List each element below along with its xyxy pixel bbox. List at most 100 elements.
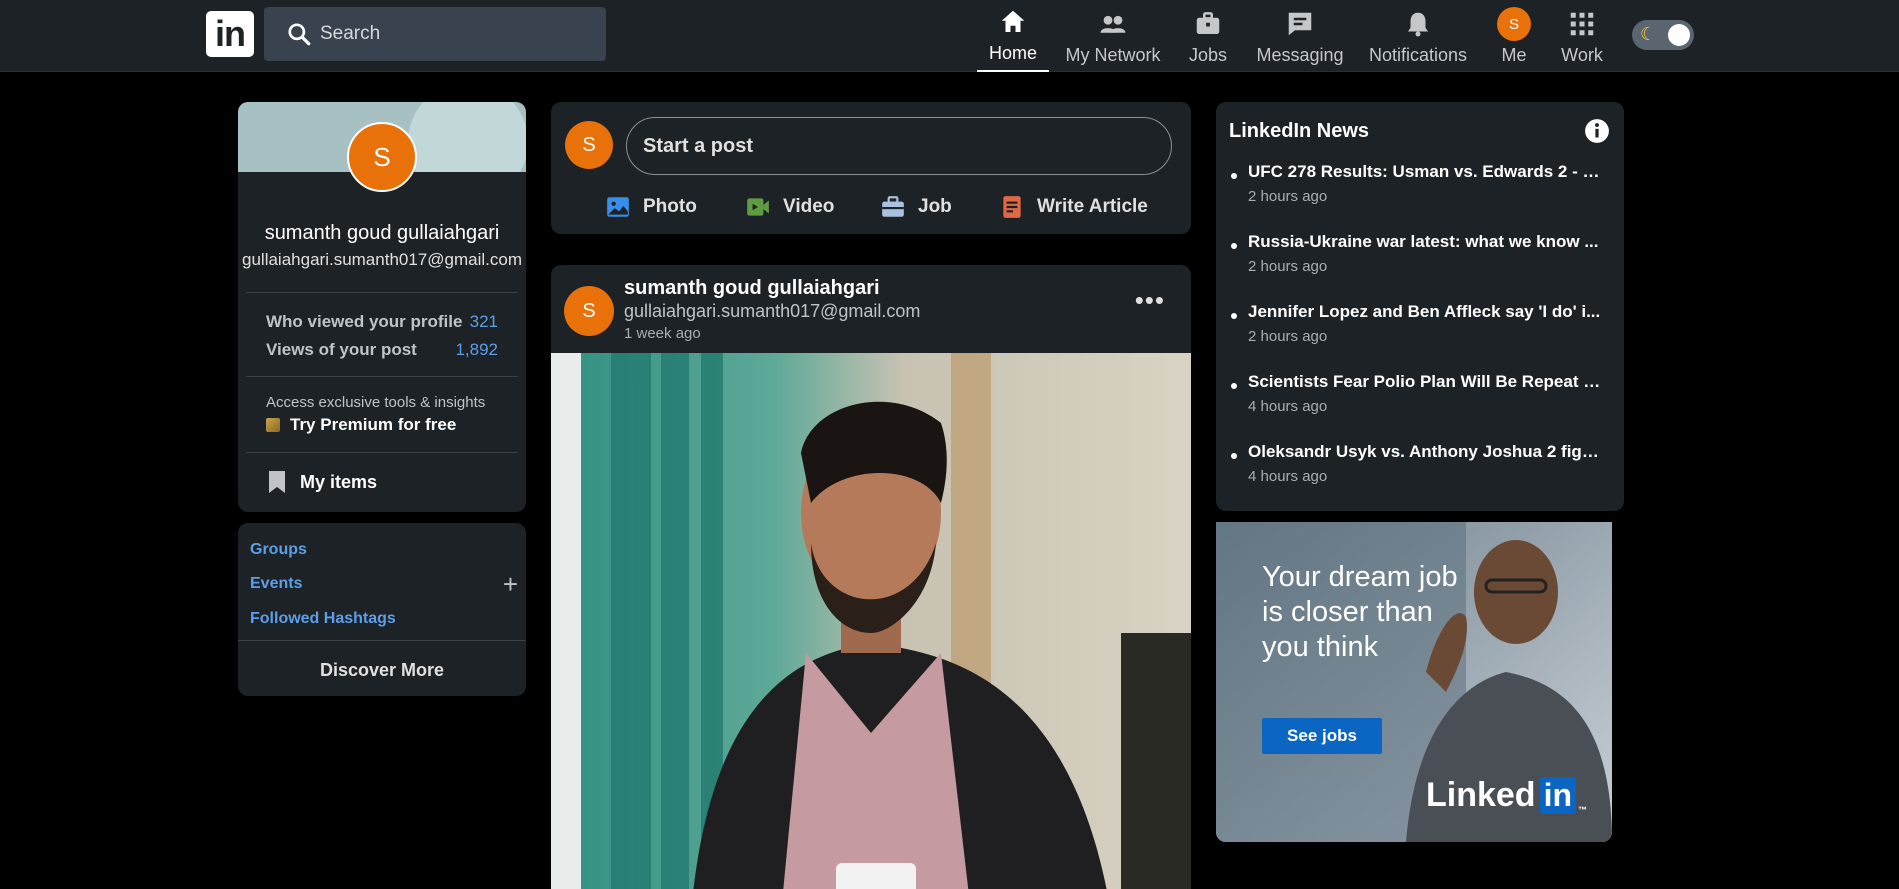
write-article-button[interactable]: Write Article <box>999 192 1148 222</box>
news-item[interactable]: Oleksandr Usyk vs. Anthony Joshua 2 figh… <box>1229 442 1604 485</box>
stat-label: Who viewed your profile <box>266 312 463 331</box>
see-jobs-button[interactable]: See jobs <box>1262 718 1382 754</box>
nav-home[interactable]: Home <box>977 0 1049 72</box>
try-premium-link[interactable]: Try Premium for free <box>266 415 456 435</box>
nav-home-label: Home <box>988 43 1037 63</box>
news-time: 2 hours ago <box>1248 258 1328 275</box>
premium-label: Try Premium for free <box>290 415 457 434</box>
start-post-card: S Start a post Photo Video Job Write Art… <box>551 102 1191 234</box>
photo-icon <box>607 197 629 217</box>
toggle-knob <box>1668 24 1690 46</box>
my-items-link[interactable]: My items <box>266 470 377 494</box>
post-photo <box>551 353 1191 889</box>
news-headline: UFC 278 Results: Usman vs. Edwards 2 - M… <box>1229 162 1604 182</box>
nav-jobs[interactable]: Jobs <box>1186 0 1230 72</box>
nav-work[interactable]: Work <box>1560 0 1604 72</box>
profile-email: gullaiahgari.sumanth017@gmail.com <box>242 250 522 269</box>
grid-icon <box>1570 12 1594 36</box>
news-item[interactable]: Jennifer Lopez and Ben Affleck say 'I do… <box>1229 302 1604 345</box>
plus-icon[interactable]: + <box>503 569 518 600</box>
discover-more-button[interactable]: Discover More <box>238 660 526 681</box>
video-icon <box>747 198 769 216</box>
premium-icon <box>266 418 280 432</box>
news-time: 2 hours ago <box>1248 188 1328 205</box>
briefcase-icon <box>882 196 904 217</box>
divider <box>246 292 518 293</box>
divider <box>246 452 518 453</box>
news-time: 4 hours ago <box>1248 398 1328 415</box>
news-headline: Scientists Fear Polio Plan Will Be Repea… <box>1229 372 1604 392</box>
nav-messaging-label: Messaging <box>1256 45 1344 65</box>
my-items-label: My items <box>300 471 378 492</box>
theme-toggle[interactable]: ☾ <box>1632 20 1694 50</box>
bell-icon <box>1408 12 1428 37</box>
news-item[interactable]: UFC 278 Results: Usman vs. Edwards 2 - M… <box>1229 162 1604 205</box>
events-link[interactable]: Events <box>250 575 302 593</box>
job-label: Job <box>918 196 952 217</box>
video-label: Video <box>783 196 835 217</box>
nav-me[interactable]: S Me <box>1497 0 1531 72</box>
video-button[interactable]: Video <box>745 192 834 222</box>
ad-logo-tm: ™ <box>1578 805 1588 815</box>
ad-logo-in: in <box>1539 777 1577 814</box>
stat-post-views[interactable]: Views of your post 1,892 <box>266 340 498 360</box>
bookmark-icon <box>269 471 285 493</box>
ad-copy: Your dream job is closer than you think <box>1262 561 1458 663</box>
links-card: Groups Events + Followed Hashtags Discov… <box>238 523 526 696</box>
news-time: 2 hours ago <box>1248 328 1328 345</box>
avatar: S <box>565 121 613 169</box>
moon-icon: ☾ <box>1640 24 1657 44</box>
start-post-input[interactable]: Start a post <box>626 117 1172 175</box>
briefcase-icon <box>1196 12 1220 34</box>
nav-me-label: Me <box>1501 45 1527 65</box>
job-button[interactable]: Job <box>880 192 952 222</box>
info-icon[interactable] <box>1584 118 1610 144</box>
nav-messaging[interactable]: Messaging <box>1252 0 1348 72</box>
news-headline: Jennifer Lopez and Ben Affleck say 'I do… <box>1229 302 1604 322</box>
post-author-email: gullaiahgari.sumanth017@gmail.com <box>624 301 921 321</box>
nav-notifications-label: Notifications <box>1368 45 1468 65</box>
stat-label: Views of your post <box>266 340 417 359</box>
stat-value: 1,892 <box>455 340 498 359</box>
article-icon <box>1003 196 1021 218</box>
nav-jobs-label: Jobs <box>1188 45 1228 65</box>
search-placeholder: Search <box>320 23 381 44</box>
post-timestamp: 1 week ago <box>624 325 701 342</box>
nav-notifications[interactable]: Notifications <box>1366 0 1470 72</box>
news-item[interactable]: Russia-Ukraine war latest: what we know … <box>1229 232 1604 275</box>
write-article-label: Write Article <box>1037 196 1148 217</box>
nav-my-network[interactable]: My Network <box>1063 0 1163 72</box>
ad-linkedin-logo: Linked in ™ <box>1426 776 1587 815</box>
photo-label: Photo <box>643 196 697 217</box>
stat-value: 321 <box>469 312 498 331</box>
stat-profile-views[interactable]: Who viewed your profile 321 <box>266 312 498 332</box>
premium-hint: Access exclusive tools & insights <box>266 394 486 411</box>
photo-button[interactable]: Photo <box>605 192 697 222</box>
profile-avatar[interactable]: S <box>347 122 417 192</box>
linkedin-logo[interactable]: in <box>206 11 254 57</box>
profile-name[interactable]: sumanth goud gullaiahgari <box>238 222 526 245</box>
news-title: LinkedIn News <box>1229 120 1370 142</box>
ad-banner[interactable]: Your dream job is closer than you think … <box>1216 522 1612 842</box>
news-headline: Oleksandr Usyk vs. Anthony Joshua 2 figh… <box>1229 442 1604 462</box>
more-options-icon[interactable]: ••• <box>1135 287 1165 313</box>
avatar[interactable]: S <box>564 286 614 336</box>
news-item[interactable]: Scientists Fear Polio Plan Will Be Repea… <box>1229 372 1604 415</box>
people-icon <box>1100 15 1126 33</box>
feed-post: S sumanth goud gullaiahgari gullaiahgari… <box>551 265 1191 889</box>
nav-work-label: Work <box>1561 45 1603 65</box>
news-time: 4 hours ago <box>1248 468 1328 485</box>
divider <box>238 640 526 641</box>
divider <box>246 376 518 377</box>
home-icon <box>1001 10 1025 32</box>
top-navbar: in Search Home My Network Jobs Messaging… <box>0 0 1899 72</box>
nav-my-network-label: My Network <box>1065 45 1161 65</box>
news-headline: Russia-Ukraine war latest: what we know … <box>1229 232 1604 252</box>
profile-card: S sumanth goud gullaiahgari gullaiahgari… <box>238 102 526 512</box>
search-input[interactable]: Search <box>264 7 606 61</box>
search-icon <box>288 23 311 46</box>
groups-link[interactable]: Groups <box>250 541 307 559</box>
followed-hashtags-link[interactable]: Followed Hashtags <box>250 610 396 628</box>
post-author[interactable]: sumanth goud gullaiahgari <box>624 277 880 300</box>
post-image[interactable] <box>551 353 1191 889</box>
